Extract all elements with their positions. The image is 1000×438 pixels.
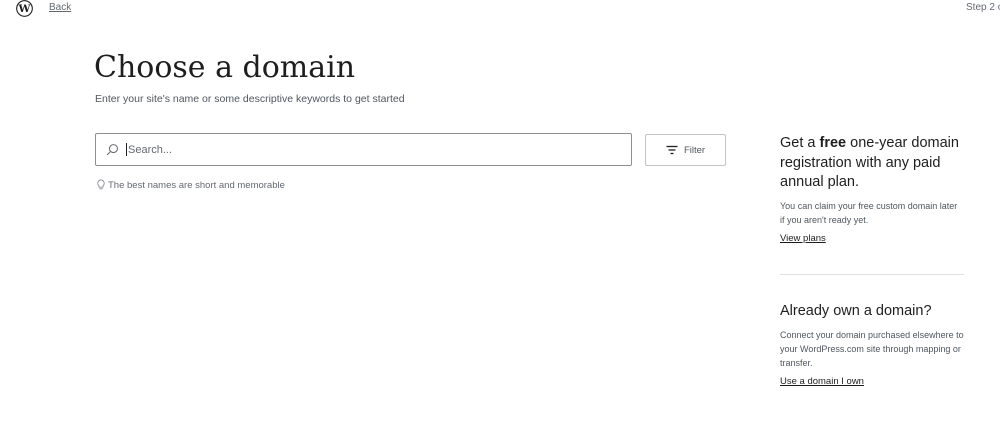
domain-search-input[interactable] — [126, 143, 608, 156]
view-plans-link[interactable]: View plans — [780, 233, 826, 244]
page-title: Choose a domain — [94, 50, 356, 85]
filter-button[interactable]: Filter — [645, 134, 726, 166]
promo-title: Get a free one-year domain registration … — [780, 135, 959, 190]
free-domain-promo: Get a free one-year domain registration … — [780, 134, 964, 246]
domain-search-box[interactable] — [95, 133, 632, 166]
own-domain-title: Already own a domain? — [780, 303, 932, 319]
sidebar-divider — [780, 274, 964, 275]
own-domain-section: Already own a domain? Connect your domai… — [780, 302, 964, 389]
back-link[interactable]: Back — [49, 2, 71, 13]
search-hint: The best names are short and memorable — [96, 179, 285, 191]
use-own-domain-link[interactable]: Use a domain I own — [780, 376, 864, 387]
lightbulb-icon — [96, 179, 106, 191]
filter-label: Filter — [683, 144, 706, 156]
search-hint-text: The best names are short and memorable — [108, 179, 285, 191]
svg-text:W: W — [18, 2, 32, 15]
step-indicator: Step 2 of — [966, 2, 1000, 13]
filter-icon — [666, 145, 678, 155]
promo-text: You can claim your free custom domain la… — [780, 200, 958, 225]
page-subtitle: Enter your site's name or some descripti… — [95, 93, 405, 105]
domain-picker-page: W Back Step 2 of Choose a domain Enter y… — [0, 0, 1000, 438]
search-icon — [106, 143, 120, 157]
own-domain-text: Connect your domain purchased elsewhere … — [780, 330, 964, 368]
wordpress-logo-icon[interactable]: W — [16, 0, 33, 17]
